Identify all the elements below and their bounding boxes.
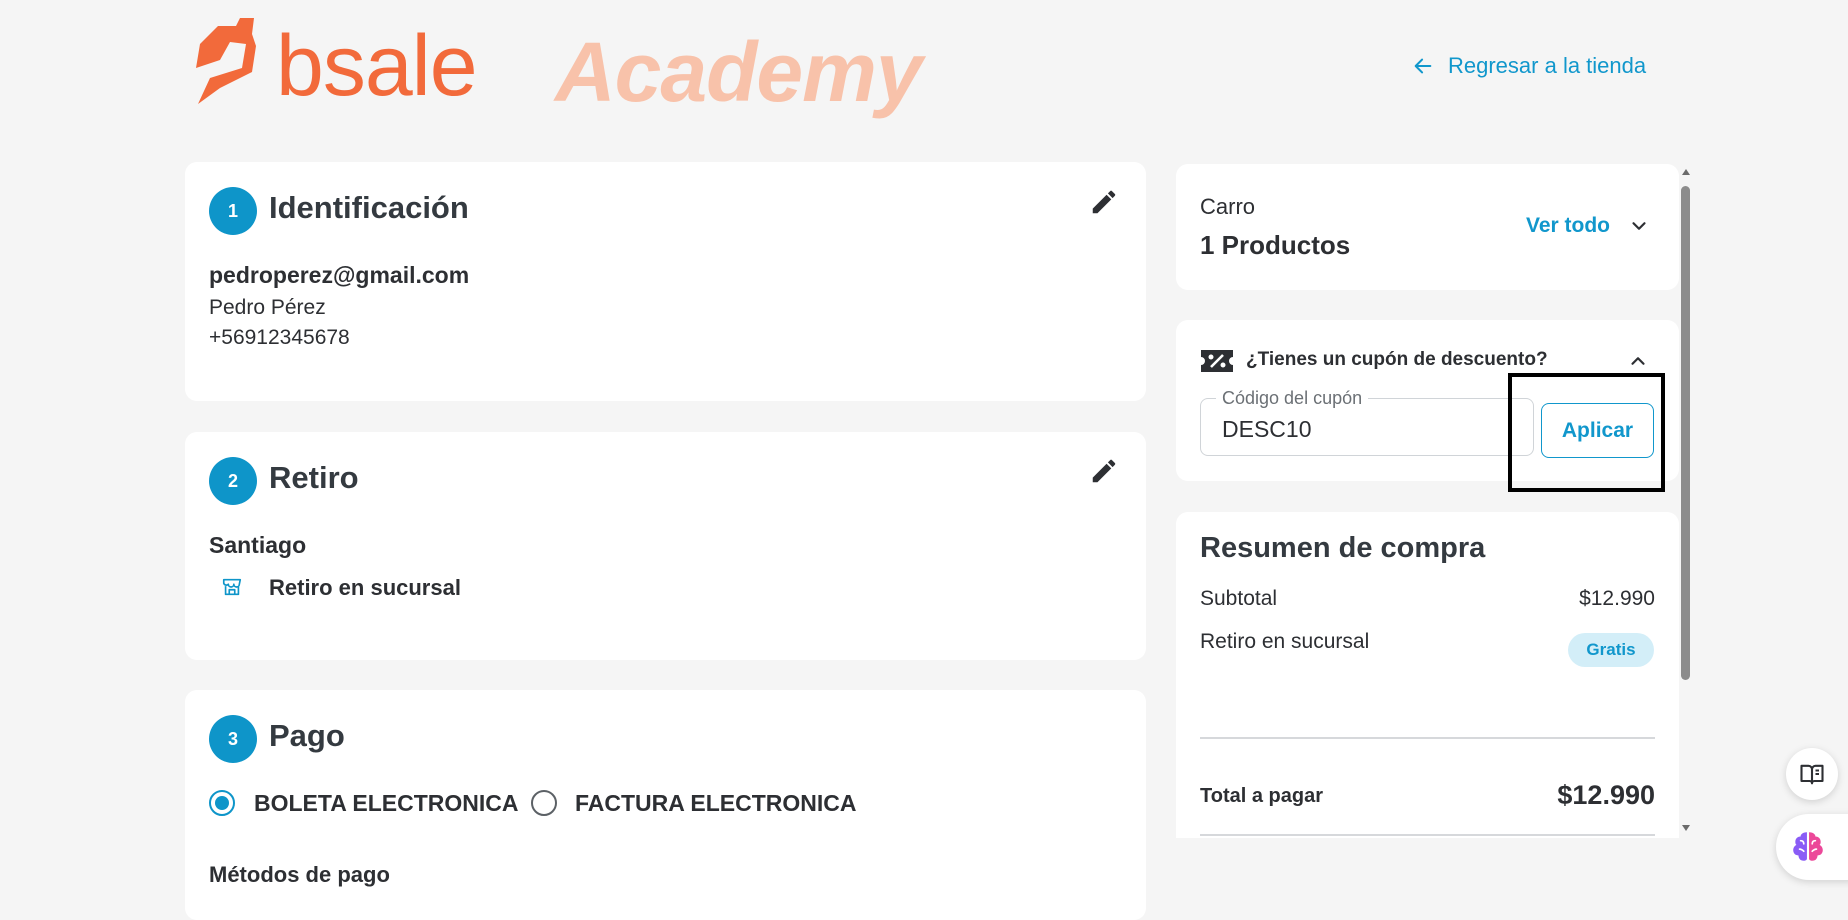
ai-assistant-button[interactable] [1776,814,1848,880]
identification-card: 1 Identificación pedroperez@gmail.com Pe… [185,162,1146,401]
scroll-down-arrow-icon[interactable] [1681,824,1691,832]
bsale-logo-icon [190,16,256,116]
step-number: 2 [209,457,257,505]
back-link-label: Regresar a la tienda [1448,53,1647,78]
ticket-percent-icon [1200,349,1234,373]
divider [1200,737,1655,739]
book-open-icon [1800,764,1824,785]
pencil-icon [1092,459,1116,483]
summary-card: Resumen de compra Subtotal $12.990 Retir… [1176,512,1679,838]
arrow-left-icon [1414,58,1432,74]
total-value: $12.990 [1557,780,1655,810]
pickup-method: Retiro en sucursal [269,575,461,600]
pickup-card: 2 Retiro Santiago Retiro en sucursal [185,432,1146,660]
factura-radio[interactable] [531,790,557,816]
back-to-store-link[interactable]: Regresar a la tienda [1412,50,1646,82]
store-icon [221,576,243,598]
subtotal-label: Subtotal [1200,587,1278,610]
cart-label: Carro [1200,194,1256,219]
guide-button[interactable] [1786,748,1838,800]
coupon-input[interactable] [1222,412,1522,446]
chevron-down-icon [1632,222,1646,230]
step-number: 3 [209,715,257,763]
boleta-radio[interactable] [209,790,235,816]
highlight-box [1508,373,1665,492]
step-title: Retiro [269,460,359,495]
pickup-city: Santiago [209,532,307,558]
brand-wordmark: bsale [276,18,478,114]
step-title: Pago [269,718,345,753]
academy-wordmark: Academy [555,25,923,119]
free-badge: Gratis [1568,633,1654,667]
user-name: Pedro Pérez [209,296,326,319]
coupon-field-label: Código del cupón [1216,388,1369,409]
factura-label[interactable]: FACTURA ELECTRONICA [575,790,857,817]
scroll-up-arrow-icon[interactable] [1681,168,1691,176]
collapse-coupon-button[interactable] [1627,350,1649,372]
chevron-up-icon [1631,357,1645,365]
step-number: 1 [209,187,257,235]
cart-count: 1 Productos [1200,230,1351,260]
edit-identification-button[interactable] [1089,187,1119,217]
edit-pickup-button[interactable] [1089,456,1119,486]
view-all-button[interactable]: Ver todo [1526,214,1650,238]
scrollbar-thumb[interactable] [1681,186,1690,680]
cart-card: Carro 1 Productos Ver todo [1176,164,1679,290]
total-label: Total a pagar [1200,785,1323,807]
payment-methods-label: Métodos de pago [209,862,390,887]
divider [1200,834,1655,836]
boleta-label[interactable]: BOLETA ELECTRONICA [254,790,519,817]
coupon-question[interactable]: ¿Tienes un cupón de descuento? [1246,349,1548,371]
view-all-label: Ver todo [1526,214,1611,237]
payment-card: 3 Pago BOLETA ELECTRONICA FACTURA ELECTR… [185,690,1146,920]
subtotal-value: $12.990 [1579,587,1655,610]
step-title: Identificación [269,190,469,225]
user-phone: +56912345678 [209,326,350,349]
pencil-icon [1092,190,1116,214]
brain-icon [1793,832,1823,861]
user-email: pedroperez@gmail.com [209,262,470,288]
pickup-cost-label: Retiro en sucursal [1200,630,1370,653]
summary-title: Resumen de compra [1200,532,1486,564]
